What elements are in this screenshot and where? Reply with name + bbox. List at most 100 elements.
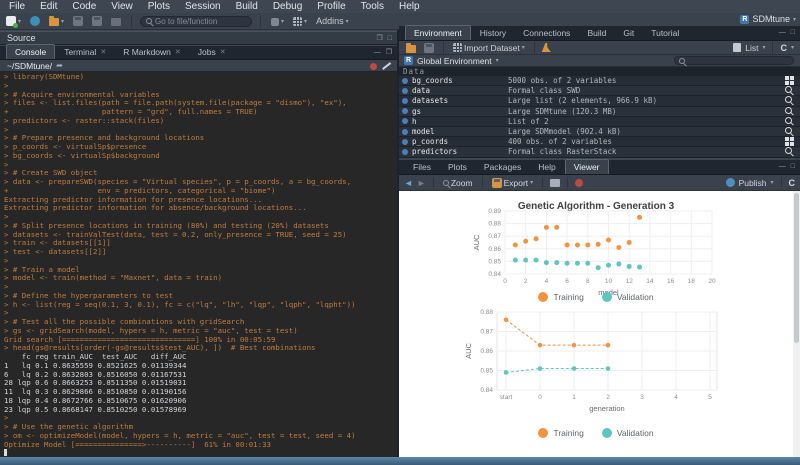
svg-text:0.86: 0.86: [480, 348, 493, 355]
environment-scope-bar: R Global Environment ▾: [399, 55, 800, 67]
maximize-pane-icon[interactable]: ❐: [386, 49, 392, 57]
minimize-pane-icon[interactable]: —: [779, 163, 786, 171]
stop-icon[interactable]: [575, 179, 583, 187]
menu-item-file[interactable]: File: [9, 1, 25, 12]
svg-text:3: 3: [640, 394, 644, 401]
tab-plots[interactable]: Plots: [440, 160, 475, 174]
close-icon[interactable]: ✕: [175, 48, 181, 56]
export-button[interactable]: Export ▾: [490, 177, 536, 189]
addins-button[interactable]: Addins▾: [314, 15, 351, 27]
view-table-icon[interactable]: [785, 76, 794, 85]
menu-item-plots[interactable]: Plots: [148, 1, 170, 12]
environment-search-input[interactable]: [674, 56, 794, 65]
menu-item-help[interactable]: Help: [399, 1, 420, 12]
menu-item-session[interactable]: Session: [185, 1, 221, 12]
pane-layout-button[interactable]: ▾: [291, 16, 309, 27]
view-table-icon[interactable]: [785, 137, 794, 146]
object-type-icon: [402, 88, 408, 94]
tab-terminal[interactable]: Terminal✕: [56, 45, 114, 59]
interrupt-r-icon[interactable]: [370, 63, 377, 70]
menu-item-build[interactable]: Build: [236, 1, 258, 12]
save-workspace-button[interactable]: [422, 42, 436, 54]
forward-arrow-icon[interactable]: ►: [417, 178, 426, 188]
env-object-row[interactable]: p_coords400 obs. of 2 variables: [399, 137, 800, 147]
project-selector-button[interactable]: R SDMtune ▾: [740, 14, 796, 24]
clear-console-icon[interactable]: [383, 62, 391, 70]
goto-file-function-input[interactable]: Go to file/function: [140, 16, 252, 27]
tab-label: Jobs: [198, 47, 216, 57]
new-file-button[interactable]: ▾: [4, 15, 23, 27]
tab-viewer[interactable]: Viewer: [565, 159, 609, 174]
open-file-button[interactable]: ▾: [47, 15, 66, 27]
env-object-row[interactable]: dataFormal class SWD: [399, 86, 800, 96]
close-icon[interactable]: ✕: [100, 48, 106, 56]
zoom-plot-button[interactable]: Zoom: [441, 177, 475, 189]
tab-environment[interactable]: Environment: [405, 25, 471, 40]
list-view-icon: [733, 43, 741, 52]
env-object-row[interactable]: hList of 2: [399, 117, 800, 127]
tab-label: Console: [15, 47, 46, 57]
inspect-magnifier-icon[interactable]: [785, 107, 794, 116]
menu-item-edit[interactable]: Edit: [40, 1, 57, 12]
tab-build[interactable]: Build: [579, 26, 614, 40]
env-object-row[interactable]: predictorsFormal class RasterStack: [399, 147, 800, 157]
svg-text:10: 10: [605, 278, 613, 285]
refresh-icon[interactable]: C: [780, 43, 787, 53]
menu-item-tools[interactable]: Tools: [361, 1, 384, 12]
source-pane-header[interactable]: Source ❐ □: [0, 31, 397, 45]
maximize-pane-icon[interactable]: □: [388, 35, 392, 43]
minimize-pane-icon[interactable]: —: [374, 49, 381, 57]
svg-text:0.87: 0.87: [480, 329, 493, 336]
new-project-button[interactable]: [28, 15, 42, 27]
tab-git[interactable]: Git: [615, 26, 642, 40]
refresh-icon[interactable]: C: [789, 178, 796, 188]
save-button[interactable]: [71, 15, 85, 27]
tab-console[interactable]: Console: [6, 44, 55, 59]
workspace-panes-button[interactable]: ▾: [269, 16, 286, 27]
menu-item-view[interactable]: View: [111, 1, 133, 12]
close-icon[interactable]: ✕: [220, 48, 226, 56]
global-environment-label[interactable]: Global Environment: [417, 56, 492, 66]
menu-item-code[interactable]: Code: [72, 1, 96, 12]
tab-jobs[interactable]: Jobs ✕: [190, 45, 234, 59]
env-object-row[interactable]: datasetsLarge list (2 elements, 966.9 kB…: [399, 96, 800, 106]
inspect-magnifier-icon[interactable]: [785, 96, 794, 105]
minimize-pane-icon[interactable]: ❐: [376, 35, 382, 43]
minimize-pane-icon[interactable]: —: [779, 29, 786, 37]
source-window-buttons: ❐ □: [376, 35, 392, 43]
menu-item-profile[interactable]: Profile: [317, 1, 345, 12]
tab-connections[interactable]: Connections: [515, 26, 578, 40]
tab-packages[interactable]: Packages: [476, 160, 529, 174]
back-arrow-icon[interactable]: ◄: [404, 178, 413, 188]
console-output[interactable]: > library(SDMtune)>> # Acquire environme…: [0, 72, 397, 457]
inspect-magnifier-icon[interactable]: [785, 117, 794, 126]
menu-item-debug[interactable]: Debug: [273, 1, 302, 12]
import-dataset-button[interactable]: Import Dataset ▾: [451, 42, 527, 54]
env-object-row[interactable]: bg_coords5000 obs. of 2 variables: [399, 76, 800, 86]
list-view-label[interactable]: List: [745, 43, 758, 53]
tab-help[interactable]: Help: [530, 160, 563, 174]
inspect-magnifier-icon[interactable]: [785, 127, 794, 136]
env-object-row[interactable]: gsLarge SDMtune (120.3 MB): [399, 107, 800, 117]
clear-environment-broom-icon[interactable]: [542, 43, 551, 52]
object-type-icon: [402, 118, 408, 124]
maximize-pane-icon[interactable]: □: [791, 163, 795, 171]
open-in-new-icon[interactable]: ➦: [56, 61, 63, 70]
viewer-scrollbar[interactable]: [793, 191, 800, 457]
save-all-button[interactable]: [90, 15, 104, 27]
open-in-window-icon[interactable]: [550, 179, 560, 187]
inspect-magnifier-icon[interactable]: [785, 86, 794, 95]
load-workspace-button[interactable]: [404, 42, 418, 54]
svg-text:0.84: 0.84: [488, 271, 501, 278]
print-button[interactable]: [109, 15, 123, 27]
inspect-magnifier-icon[interactable]: [785, 147, 794, 156]
publish-label[interactable]: Publish: [739, 178, 767, 188]
tab-files[interactable]: Files: [405, 160, 439, 174]
maximize-pane-icon[interactable]: □: [791, 29, 795, 37]
tab-r-markdown[interactable]: R Markdown✕: [115, 45, 189, 59]
env-object-row[interactable]: modelLarge SDMmodel (902.4 kB): [399, 127, 800, 137]
tab-tutorial[interactable]: Tutorial: [643, 26, 687, 40]
svg-text:8: 8: [586, 278, 590, 285]
tab-history[interactable]: History: [472, 26, 514, 40]
tab-label: Git: [623, 28, 634, 38]
